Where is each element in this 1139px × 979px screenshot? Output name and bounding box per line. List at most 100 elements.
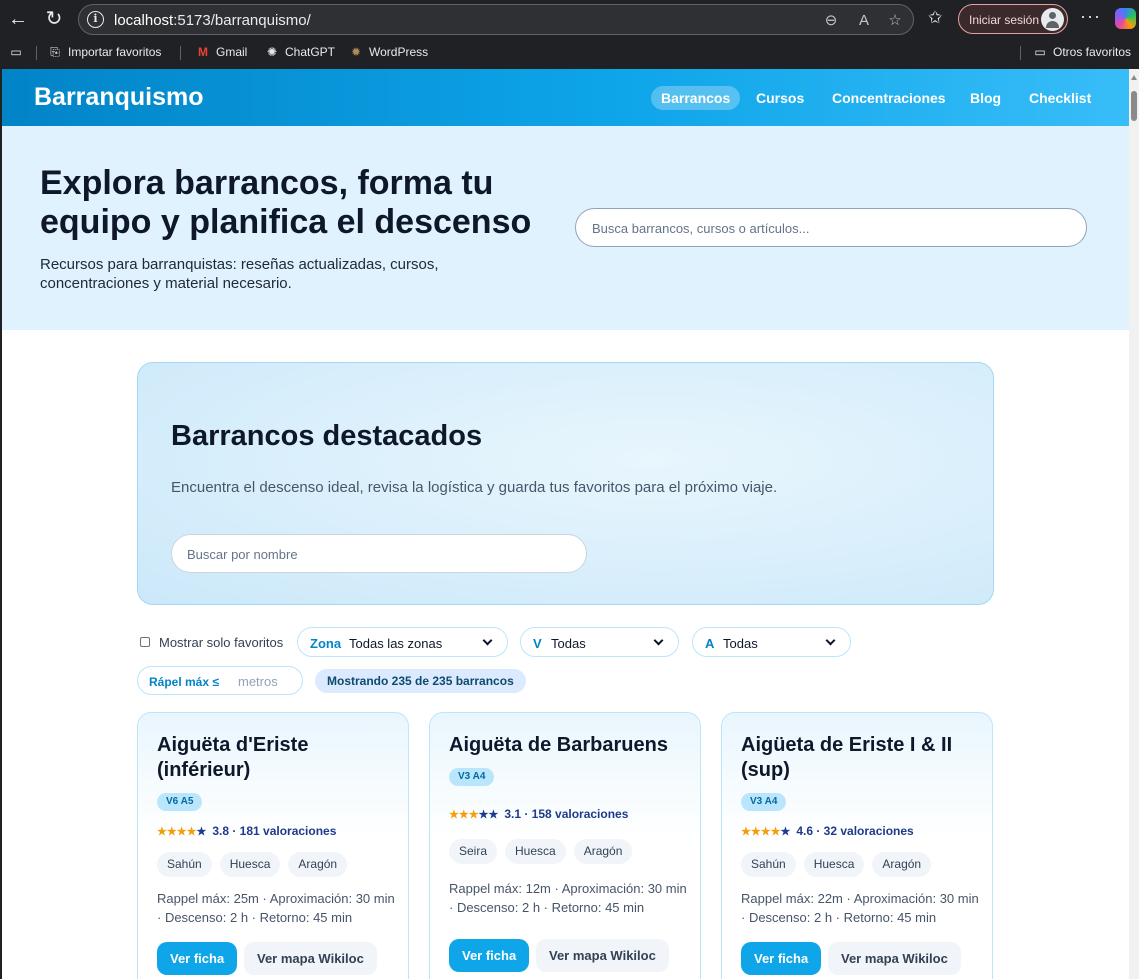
back-arrow-icon[interactable]: ← xyxy=(7,8,29,30)
rating-stars-icon: ★★★★★ xyxy=(449,808,499,821)
favorites-icon[interactable]: ✩ xyxy=(928,8,942,28)
bookmark-other-favorites[interactable]: ▭ Otros favoritos xyxy=(1033,45,1131,59)
signin-label: Iniciar sesión xyxy=(969,13,1040,27)
zona-key: Zona xyxy=(310,636,342,651)
card-tags: Seira Huesca Aragón xyxy=(449,839,633,864)
ver-ficha-button[interactable]: Ver ficha xyxy=(741,942,822,975)
rating-text: 3.8 · 181 valoraciones xyxy=(212,824,337,838)
a-value: Todas xyxy=(723,636,758,651)
zona-select[interactable]: Zona Todas las zonas xyxy=(297,627,508,657)
bookmark-import[interactable]: ⎘ Importar favoritos xyxy=(48,45,161,59)
brand-logo[interactable]: Barranquismo xyxy=(34,83,203,112)
grade-badge: V3 A4 xyxy=(449,768,495,786)
chevron-down-icon xyxy=(825,635,836,646)
canyon-card: Aigüeta de Eriste I & II (sup) V3 A4 ★★★… xyxy=(721,712,993,979)
card-specs: Rappel máx: 12m · Aproximación: 30 min ·… xyxy=(449,881,687,915)
tab-actions-icon[interactable]: ▭ xyxy=(9,45,23,59)
address-bar[interactable]: i localhost:5173/barranquismo/ ⊖ A ☆ xyxy=(78,4,914,35)
card-tags: Sahún Huesca Aragón xyxy=(741,852,932,877)
folder-icon: ▭ xyxy=(1034,45,1046,59)
hero-section: Explora barrancos, forma tu equipo y pla… xyxy=(2,126,1129,330)
gmail-icon: M xyxy=(198,45,208,59)
name-search-input[interactable]: Buscar por nombre xyxy=(171,534,587,573)
card-rating: ★★★★★ 3.1 · 158 valoraciones xyxy=(449,807,628,821)
grade-badge: V3 A4 xyxy=(741,793,787,811)
zona-value: Todas las zonas xyxy=(349,636,443,651)
tag: Aragón xyxy=(288,852,348,877)
chatgpt-icon: ✺ xyxy=(266,45,278,59)
rating-stars-icon: ★★★★★ xyxy=(741,825,791,838)
read-aloud-icon[interactable]: A xyxy=(854,11,874,31)
import-icon: ⎘ xyxy=(50,45,60,59)
favorites-label[interactable]: Mostrar solo favoritos xyxy=(159,635,283,650)
rappel-placeholder: metros xyxy=(238,674,278,689)
page-scrollbar[interactable] xyxy=(1129,69,1139,979)
browser-toolbar: ← ↻ i localhost:5173/barranquismo/ ⊖ A ☆… xyxy=(0,0,1139,38)
zoom-icon[interactable]: ⊖ xyxy=(821,11,841,31)
more-icon[interactable]: ··· xyxy=(1080,6,1101,27)
bookmark-separator xyxy=(180,46,181,60)
bookmark-separator xyxy=(36,46,37,60)
scroll-up-icon[interactable] xyxy=(1131,75,1137,80)
bookmarks-bar: ▭ ⎘ Importar favoritos M Gmail ✺ ChatGPT ✹ W… xyxy=(0,38,1139,68)
favorites-checkbox[interactable] xyxy=(140,637,150,647)
signin-button[interactable]: Iniciar sesión xyxy=(958,4,1068,34)
web-page: Barranquismo Barrancos Cursos Concentrac… xyxy=(2,69,1129,979)
rating-text: 4.6 · 32 valoraciones xyxy=(796,824,914,838)
bookmark-chatgpt[interactable]: ✺ ChatGPT xyxy=(265,45,335,59)
nav-blog[interactable]: Blog xyxy=(970,86,1001,110)
profile-avatar-icon xyxy=(1041,8,1064,31)
card-rating: ★★★★★ 4.6 · 32 valoraciones xyxy=(741,824,914,838)
rating-text: 3.1 · 158 valoraciones xyxy=(504,807,629,821)
bookmark-gmail[interactable]: M Gmail xyxy=(196,45,247,59)
nav-checklist[interactable]: Checklist xyxy=(1029,86,1091,110)
ver-ficha-button[interactable]: Ver ficha xyxy=(157,942,238,975)
tag: Sahún xyxy=(157,852,212,877)
name-search-placeholder: Buscar por nombre xyxy=(187,547,298,562)
tag: Huesca xyxy=(803,852,865,877)
nav-concentraciones[interactable]: Concentraciones xyxy=(832,86,946,110)
ver-ficha-button[interactable]: Ver ficha xyxy=(449,939,530,972)
card-specs: Rappel máx: 22m · Aproximación: 30 min ·… xyxy=(741,891,979,925)
wikiloc-map-button[interactable]: Ver mapa Wikiloc xyxy=(244,942,377,975)
url-text: localhost:5173/barranquismo/ xyxy=(114,12,311,29)
rating-stars-icon: ★★★★★ xyxy=(157,825,207,838)
rappel-max-input[interactable]: Rápel máx ≤ metros xyxy=(137,666,303,695)
grade-badge: V6 A5 xyxy=(157,793,203,811)
canyon-card: Aiguëta d'Eriste (inférieur) V6 A5 ★★★★★… xyxy=(137,712,409,979)
chevron-down-icon xyxy=(653,635,664,646)
wordpress-icon: ✹ xyxy=(350,45,362,59)
featured-description: Encuentra el descenso ideal, revisa la l… xyxy=(171,479,778,496)
results-count-badge: Mostrando 235 de 235 barrancos xyxy=(315,669,526,693)
site-info-icon[interactable]: i xyxy=(87,11,104,28)
wikiloc-map-button[interactable]: Ver mapa Wikiloc xyxy=(536,939,669,972)
hero-title: Explora barrancos, forma tu equipo y pla… xyxy=(40,164,532,241)
v-key: V xyxy=(533,636,542,651)
wikiloc-map-button[interactable]: Ver mapa Wikiloc xyxy=(828,942,961,975)
rappel-key: Rápel máx ≤ xyxy=(149,675,219,689)
nav-barrancos[interactable]: Barrancos xyxy=(651,86,741,110)
hero-subtitle: Recursos para barranquistas: reseñas act… xyxy=(40,256,439,292)
tag: Aragón xyxy=(872,852,932,877)
tag: Aragón xyxy=(573,839,633,864)
featured-title: Barrancos destacados xyxy=(171,420,483,452)
global-search-input[interactable]: Busca barrancos, cursos o artículos... xyxy=(575,208,1087,247)
favorite-star-icon[interactable]: ☆ xyxy=(885,11,905,31)
card-title: Aigüeta de Eriste I & II (sup) xyxy=(741,734,953,781)
tag: Huesca xyxy=(505,839,566,864)
copilot-icon[interactable] xyxy=(1115,8,1136,29)
tag: Sahún xyxy=(741,852,796,877)
card-title: Aiguëta d'Eriste (inférieur) xyxy=(157,734,309,781)
card-title: Aiguëta de Barbaruens xyxy=(449,734,668,756)
bookmark-separator xyxy=(1020,46,1021,60)
reload-icon[interactable]: ↻ xyxy=(43,8,65,30)
site-header: Barranquismo Barrancos Cursos Concentrac… xyxy=(2,69,1129,126)
card-rating: ★★★★★ 3.8 · 181 valoraciones xyxy=(157,824,336,838)
nav-cursos[interactable]: Cursos xyxy=(756,86,804,110)
a-select[interactable]: A Todas xyxy=(692,627,851,657)
v-value: Todas xyxy=(551,636,586,651)
v-select[interactable]: V Todas xyxy=(520,627,679,657)
scrollbar-thumb[interactable] xyxy=(1131,91,1137,121)
bookmark-wordpress[interactable]: ✹ WordPress xyxy=(349,45,428,59)
card-tags: Sahún Huesca Aragón xyxy=(157,852,348,877)
